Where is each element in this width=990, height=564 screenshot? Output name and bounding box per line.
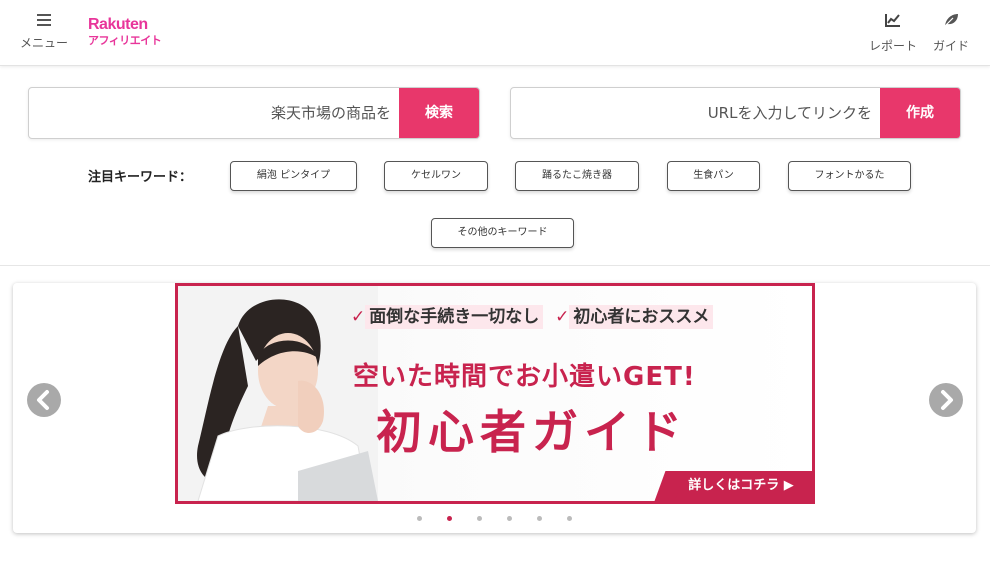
banner-feature-1: 面倒な手続き一切なし — [365, 305, 544, 329]
guide-label: ガイド — [932, 39, 969, 53]
keyword-chip[interactable]: 絹泡 ピンタイプ — [230, 161, 357, 191]
url-link-box[interactable]: URLを入力してリンクを 作成 — [510, 87, 961, 139]
carousel-prev-button[interactable] — [27, 383, 61, 417]
top-header: メニュー Rakuten アフィリエイト レポート ガイド — [0, 0, 990, 66]
more-keywords-button[interactable]: その他のキーワード — [431, 218, 574, 248]
logo-wordmark: Rakuten — [88, 16, 148, 33]
check-icon: ✓ — [351, 307, 366, 327]
chevron-left-icon — [37, 390, 49, 410]
carousel-next-button[interactable] — [929, 383, 963, 417]
banner-cta-label: 詳しくはコチラ ▶ — [688, 478, 794, 493]
carousel-dot[interactable] — [477, 516, 482, 521]
carousel-indicators — [13, 516, 976, 524]
beginner-guide-banner[interactable]: ✓ 面倒な手続き一切なし ✓ 初心者におススメ 空いた時間でお小遣いGET! 初心者… — [175, 283, 815, 504]
search-button[interactable]: 検索 — [399, 88, 479, 138]
carousel-dot[interactable] — [447, 516, 452, 521]
keyword-chip[interactable]: 生食パン — [667, 161, 760, 191]
keyword-chip[interactable]: ケセルワン — [384, 161, 488, 191]
url-input[interactable]: URLを入力してリンクを — [708, 88, 872, 138]
report-button[interactable]: レポート — [866, 12, 920, 54]
menu-button[interactable]: メニュー — [14, 12, 74, 51]
banner-title: 初心者ガイド — [376, 405, 688, 459]
banner-carousel: ✓ 面倒な手続き一切なし ✓ 初心者におススメ 空いた時間でお小遣いGET! 初心者… — [13, 283, 976, 533]
carousel-dot[interactable] — [537, 516, 542, 521]
menu-label: メニュー — [19, 36, 68, 50]
market-search-input[interactable]: 楽天市場の商品を — [271, 88, 391, 138]
carousel-dot[interactable] — [417, 516, 422, 521]
rakuten-affiliate-logo[interactable]: Rakuten アフィリエイト — [88, 16, 162, 47]
section-divider — [0, 265, 990, 266]
report-label: レポート — [868, 39, 917, 53]
banner-feature-2: 初心者におススメ — [569, 305, 714, 329]
banner-feature-line: ✓ 面倒な手続き一切なし ✓ 初心者におススメ — [351, 302, 714, 329]
keyword-chip[interactable]: 踊るたこ焼き器 — [515, 161, 639, 191]
banner-headline: 空いた時間でお小遣いGET! — [353, 362, 696, 392]
chart-icon — [866, 12, 920, 31]
chevron-right-icon — [941, 390, 953, 410]
logo-subtitle: アフィリエイト — [88, 34, 162, 47]
guide-button[interactable]: ガイド — [929, 12, 973, 54]
banner-details-button[interactable]: 詳しくはコチラ ▶ — [670, 471, 812, 501]
create-link-button[interactable]: 作成 — [880, 88, 960, 138]
menu-icon — [14, 12, 74, 30]
carousel-dot[interactable] — [567, 516, 572, 521]
leaf-icon — [929, 12, 973, 31]
keywords-label: 注目キーワード： — [88, 170, 193, 185]
woman-illustration — [178, 286, 378, 501]
market-search-box[interactable]: 楽天市場の商品を 検索 — [28, 87, 480, 139]
check-icon: ✓ — [555, 307, 570, 327]
keyword-chip[interactable]: フォントかるた — [788, 161, 911, 191]
carousel-dot[interactable] — [507, 516, 512, 521]
